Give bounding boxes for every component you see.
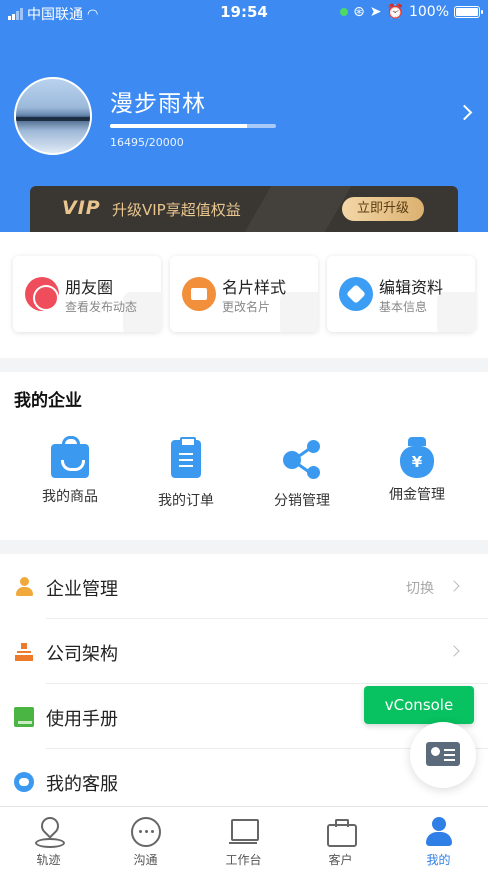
quick-card-title: 编辑资料: [379, 278, 444, 297]
edit-pen-icon: [339, 277, 373, 311]
chevron-right-icon: [448, 580, 460, 592]
tab-bar: 轨迹 沟通 工作台 客户 我的: [0, 806, 488, 874]
tab-customers[interactable]: 客户: [292, 813, 389, 874]
tab-label: 我的: [426, 853, 451, 867]
enterprise-item-distribution[interactable]: 分销管理: [247, 440, 357, 510]
list-item-label: 使用手册: [46, 709, 118, 730]
upgrade-button[interactable]: 立即升级: [342, 197, 424, 221]
vip-banner[interactable]: VIP 升级VIP享超值权益 立即升级: [30, 186, 458, 232]
switch-label[interactable]: 切换: [406, 578, 434, 598]
enterprise-item-commission[interactable]: 佣金管理: [362, 437, 472, 504]
user-name: 漫步雨林: [110, 91, 206, 117]
vconsole-button[interactable]: vConsole: [364, 686, 474, 724]
person-icon: [424, 817, 454, 847]
chat-bubble-icon: [130, 817, 161, 847]
list-item-company-structure[interactable]: 公司架构: [0, 619, 488, 684]
list-item-label: 公司架构: [46, 644, 118, 665]
status-right: ⊛ ➤ ⏰ 100%: [340, 4, 483, 20]
location-arrow-icon: ➤: [369, 4, 382, 20]
floating-card-button[interactable]: [410, 722, 476, 788]
exp-progress-bar: [110, 124, 276, 128]
enterprise-item-label: 分销管理: [274, 493, 330, 509]
chevron-right-icon[interactable]: [456, 104, 473, 121]
business-card-icon: [182, 277, 216, 311]
tab-track[interactable]: 轨迹: [0, 813, 97, 874]
quick-card-title: 朋友圈: [65, 278, 114, 297]
book-icon: [14, 707, 34, 727]
enterprise-item-products[interactable]: 我的商品: [15, 436, 125, 506]
avatar[interactable]: [14, 77, 92, 155]
share-network-icon: [283, 440, 321, 479]
battery-percent: 100%: [408, 4, 449, 20]
enterprise-section: 我的企业 我的商品 我的订单 分销管理 佣金管理: [0, 372, 488, 540]
quick-card-card-style[interactable]: 名片样式 更改名片: [170, 256, 318, 332]
alarm-icon: ⏰: [386, 4, 404, 20]
location-pin-icon: [34, 817, 65, 848]
list-item-label: 我的客服: [46, 774, 118, 795]
briefcase-icon: [326, 817, 357, 847]
status-bar: 中国联通 ◠ 19:54 ⊛ ➤ ⏰ 100%: [0, 0, 488, 26]
quick-card-subtitle: 查看发布动态: [65, 300, 138, 314]
clipboard-icon: [171, 437, 201, 478]
camera-shutter-icon: [25, 277, 59, 311]
tab-workbench[interactable]: 工作台: [195, 813, 292, 874]
quick-card-edit-profile[interactable]: 编辑资料 基本信息: [327, 256, 475, 332]
profile-header: 中国联通 ◠ 19:54 ⊛ ➤ ⏰ 100% 漫步雨林 16495/20000…: [0, 0, 488, 232]
lock-rotation-icon: ⊛: [353, 4, 365, 20]
tab-label: 客户: [328, 853, 353, 867]
vip-text: 升级VIP享超值权益: [112, 201, 241, 219]
tab-label: 沟通: [133, 853, 158, 867]
tab-me[interactable]: 我的: [390, 813, 487, 874]
active-dot-icon: [340, 8, 349, 16]
money-bag-icon: [400, 437, 434, 478]
quick-card-title: 名片样式: [222, 278, 287, 297]
list-item-label: 企业管理: [46, 579, 118, 600]
vip-logo: VIP: [62, 197, 101, 219]
section-title: 我的企业: [14, 391, 82, 411]
desk-icon: [228, 817, 259, 847]
chevron-right-icon: [448, 645, 460, 657]
quick-actions: 朋友圈 查看发布动态 名片样式 更改名片 编辑资料 基本信息: [0, 232, 488, 358]
quick-card-subtitle: 基本信息: [379, 300, 428, 314]
org-chart-icon: [14, 642, 34, 662]
contact-card-icon: [426, 742, 460, 766]
exp-text: 16495/20000: [110, 136, 184, 149]
quick-card-subtitle: 更改名片: [222, 300, 271, 314]
battery-icon: [454, 6, 483, 18]
quick-card-moments[interactable]: 朋友圈 查看发布动态: [13, 256, 161, 332]
enterprise-item-orders[interactable]: 我的订单: [131, 437, 241, 510]
enterprise-item-label: 我的订单: [158, 493, 214, 509]
customer-service-icon: [14, 772, 34, 792]
enterprise-item-label: 我的商品: [42, 489, 98, 505]
tab-chat[interactable]: 沟通: [97, 813, 194, 874]
tab-label: 轨迹: [36, 853, 61, 867]
shopping-bag-icon: [51, 436, 89, 478]
list-item-enterprise-management[interactable]: 企业管理 切换: [0, 554, 488, 619]
enterprise-item-label: 佣金管理: [389, 487, 445, 503]
tab-label: 工作台: [225, 853, 262, 867]
user-icon: [14, 577, 34, 597]
